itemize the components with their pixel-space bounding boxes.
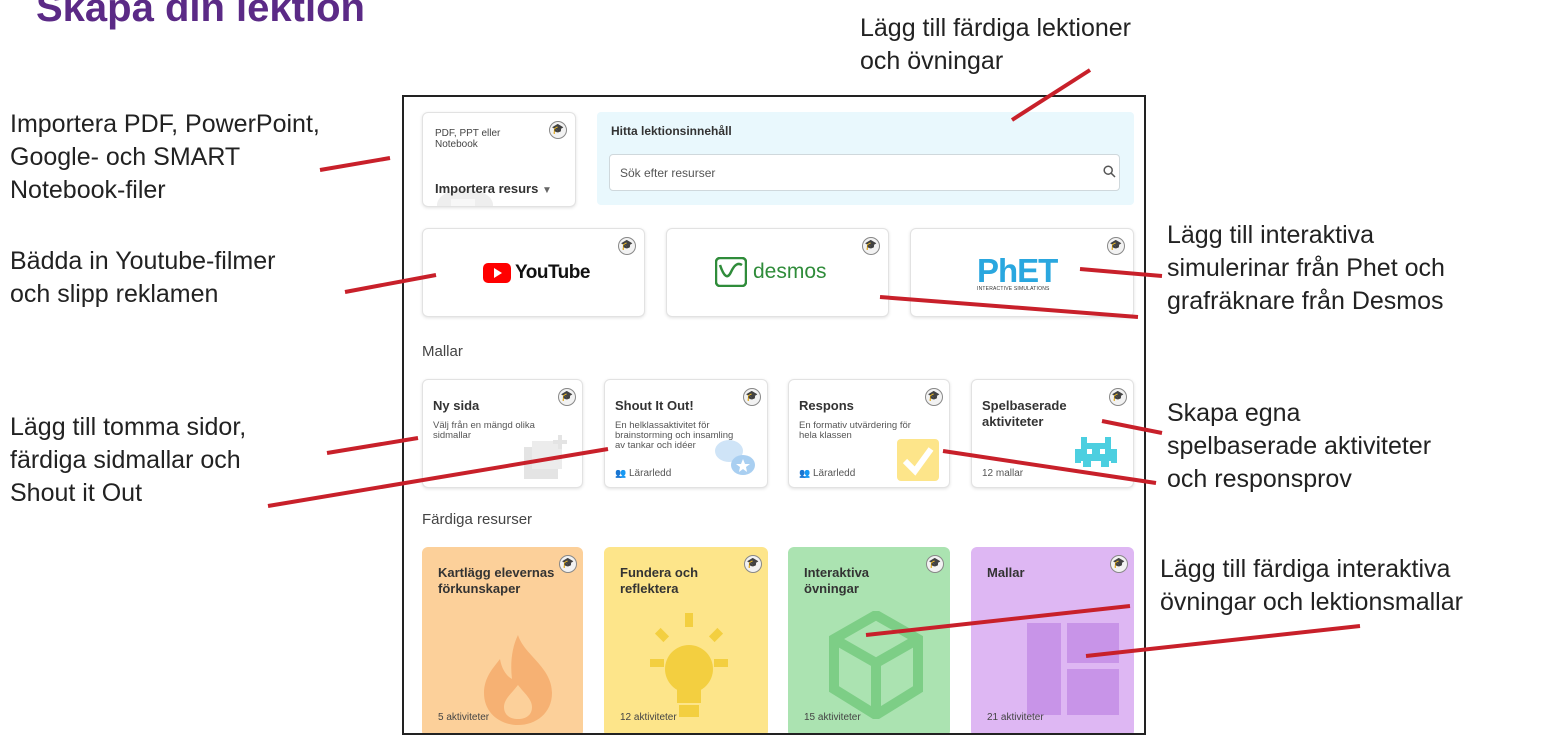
graduation-cap-icon: 🎓 <box>558 388 576 406</box>
template-meta: 👥 Lärarledd <box>799 468 855 479</box>
flame-icon <box>484 635 552 725</box>
callout-game-based: Skapa egna spelbaserade aktiviteter och … <box>1167 399 1432 493</box>
phet-subtitle: INTERACTIVE SIMULATIONS <box>977 286 1050 292</box>
import-resource-card[interactable]: PDF, PPT eller Notebook 🎓 Importera resu… <box>422 112 576 207</box>
graduation-cap-icon: 🎓 <box>926 555 944 573</box>
template-meta: 👥 Lärarledd <box>615 468 671 479</box>
template-meta-label: Lärarledd <box>629 468 672 479</box>
users-icon: 👥 <box>615 468 627 478</box>
phet-logo: PhET INTERACTIVE SIMULATIONS <box>977 252 1058 292</box>
find-lesson-content-title: Hitta lektionsinnehåll <box>611 124 732 138</box>
template-meta-label: Lärarledd <box>813 468 856 479</box>
graduation-cap-icon: 🎓 <box>1109 388 1127 406</box>
template-title: Ny sida <box>433 398 480 413</box>
graduation-cap-icon: 🎓 <box>618 237 636 255</box>
callout-blank-pages: Lägg till tomma sidor, färdiga sidmallar… <box>10 413 247 507</box>
templates-section-title: Mallar <box>422 343 463 360</box>
lightbulb-icon <box>650 613 728 717</box>
graduation-cap-icon: 🎓 <box>1110 555 1128 573</box>
chevron-down-icon: ▼ <box>541 185 552 196</box>
desmos-logo: desmos <box>715 257 827 287</box>
page-stack-icon <box>524 435 567 479</box>
template-title: Shout It Out! <box>615 398 694 413</box>
graduation-cap-icon: 🎓 <box>549 121 567 139</box>
game-invader-icon <box>1075 437 1117 467</box>
resource-card-interactive-exercises[interactable]: 🎓 Interaktiva övningar 15 aktiviteter <box>788 547 950 733</box>
layout-template-icon <box>1027 623 1119 715</box>
find-lesson-content-panel: Hitta lektionsinnehåll <box>597 112 1134 205</box>
graduation-cap-icon: 🎓 <box>744 555 762 573</box>
resource-title: Fundera och reflektera <box>620 565 699 596</box>
graduation-cap-icon: 🎓 <box>925 388 943 406</box>
template-title: Spelbaserade aktiviteter <box>982 398 1067 429</box>
resource-meta: 15 aktiviteter <box>804 712 861 723</box>
template-card-game-based[interactable]: 🎓 Spelbaserade aktiviteter 12 mallar <box>971 379 1134 488</box>
youtube-wordmark: YouTube <box>515 262 590 283</box>
phet-card[interactable]: 🎓 PhET INTERACTIVE SIMULATIONS <box>910 228 1134 317</box>
youtube-logo: YouTube <box>483 262 590 284</box>
search-icon[interactable] <box>1103 165 1116 181</box>
resource-meta: 21 aktiviteter <box>987 712 1044 723</box>
resource-card-templates[interactable]: 🎓 Mallar 21 aktiviteter <box>971 547 1134 733</box>
callout-interactive-sims: Lägg till interaktiva simulerinar från P… <box>1167 221 1445 315</box>
callout-import-files: Importera PDF, PowerPoint, Google- och S… <box>10 110 320 204</box>
import-resource-label: Importera resurs <box>435 181 539 196</box>
resource-title: Mallar <box>987 565 1025 580</box>
template-card-respons[interactable]: 🎓 Respons En formativ utvärdering för he… <box>788 379 950 488</box>
graduation-cap-icon: 🎓 <box>1107 237 1125 255</box>
template-card-shout-it-out[interactable]: 🎓 Shout It Out! En helklassaktivitet för… <box>604 379 768 488</box>
resource-card-reflect[interactable]: 🎓 Fundera och reflektera 12 aktiviteter <box>604 547 768 733</box>
youtube-play-icon <box>483 263 511 283</box>
checkmark-icon <box>897 439 939 481</box>
page-heading: Skapa din lektion <box>36 0 365 30</box>
app-screenshot-frame: PDF, PPT eller Notebook 🎓 Importera resu… <box>402 95 1146 735</box>
users-icon: 👥 <box>799 468 811 478</box>
resource-title: Interaktiva övningar <box>804 565 870 596</box>
resource-meta: 12 aktiviteter <box>620 712 677 723</box>
template-card-new-page[interactable]: 🎓 Ny sida Välj från en mängd olika sidma… <box>422 379 583 488</box>
callout-ready-lessons: Lägg till färdiga lektioner och övningar <box>860 14 1131 75</box>
speech-bubbles-icon <box>715 440 755 475</box>
resource-card-prior-knowledge[interactable]: 🎓 Kartlägg elevernas förkunskaper 5 akti… <box>422 547 583 733</box>
desmos-wordmark: desmos <box>753 260 827 283</box>
cube-icon <box>829 611 923 719</box>
desmos-card[interactable]: 🎓 desmos <box>666 228 889 317</box>
graduation-cap-icon: 🎓 <box>743 388 761 406</box>
youtube-card[interactable]: 🎓 YouTube <box>422 228 645 317</box>
callout-ready-exercises: Lägg till färdiga interaktiva övningar o… <box>1160 555 1463 616</box>
callout-youtube: Bädda in Youtube-filmer och slipp reklam… <box>10 247 276 308</box>
desmos-graph-icon <box>715 257 747 287</box>
graduation-cap-icon: 🎓 <box>862 237 880 255</box>
phet-wordmark: PhET <box>977 252 1058 289</box>
resource-title: Kartlägg elevernas förkunskaper <box>438 565 555 596</box>
import-resource-button[interactable]: Importera resurs ▼ <box>435 181 552 196</box>
template-title: Respons <box>799 398 854 413</box>
resources-section-title: Färdiga resurser <box>422 511 533 528</box>
resource-meta: 5 aktiviteter <box>438 712 490 723</box>
import-formats: PDF, PPT eller Notebook <box>435 128 501 150</box>
search-input[interactable] <box>609 154 1120 191</box>
annotation-line-import <box>319 156 391 172</box>
template-meta: 12 mallar <box>982 468 1024 479</box>
